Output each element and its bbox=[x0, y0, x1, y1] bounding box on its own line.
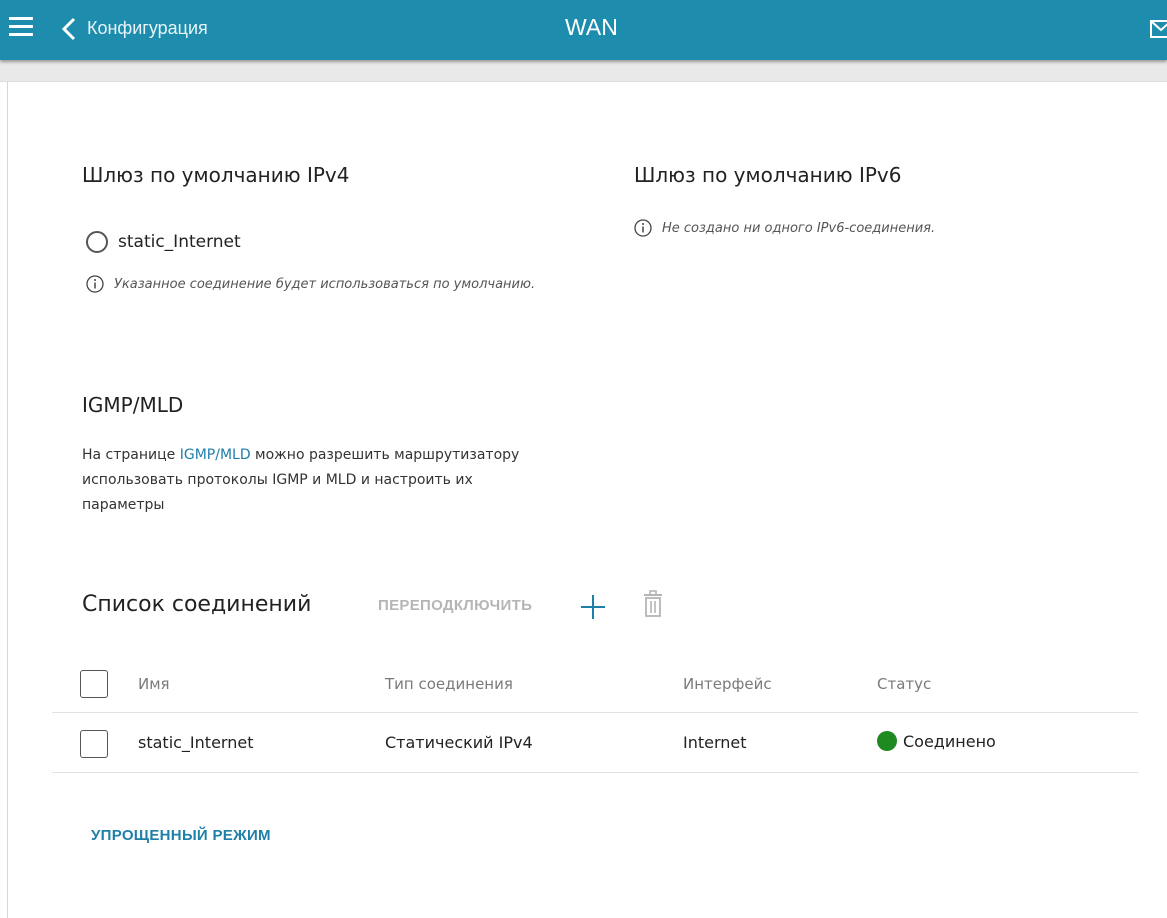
row-checkbox[interactable] bbox=[80, 730, 108, 758]
row-status: Соединено bbox=[877, 731, 996, 751]
info-icon bbox=[86, 275, 104, 293]
header-bar: Конфигурация WAN bbox=[0, 0, 1167, 60]
add-icon[interactable] bbox=[578, 592, 608, 622]
radio-button[interactable] bbox=[86, 231, 108, 253]
simple-mode-button[interactable]: УПРОЩЕННЫЙ РЕЖИМ bbox=[91, 827, 271, 844]
row-type: Статический IPv4 bbox=[385, 733, 533, 752]
igmp-text-before: На странице bbox=[82, 447, 180, 463]
status-connected-icon bbox=[877, 731, 897, 751]
row-name[interactable]: static_Internet bbox=[138, 733, 253, 752]
table-divider bbox=[52, 712, 1138, 713]
reconnect-button[interactable]: ПЕРЕПОДКЛЮЧИТЬ bbox=[378, 597, 532, 614]
ipv4-hint: Указанное соединение будет использоватьс… bbox=[86, 275, 535, 293]
info-icon bbox=[634, 219, 652, 237]
row-interface: Internet bbox=[683, 733, 747, 752]
page-title: WAN bbox=[565, 14, 618, 40]
table-divider bbox=[52, 772, 1138, 773]
row-status-text: Соединено bbox=[903, 731, 996, 751]
select-all-checkbox[interactable] bbox=[80, 670, 108, 698]
column-header-status: Статус bbox=[877, 675, 932, 693]
column-header-name: Имя bbox=[138, 675, 170, 693]
chevron-left-icon[interactable] bbox=[58, 16, 80, 42]
ipv6-hint-text: Не создано ни одного IPv6-соединения. bbox=[662, 220, 936, 236]
back-link[interactable]: Конфигурация bbox=[87, 18, 208, 39]
trash-icon[interactable] bbox=[642, 589, 664, 619]
column-header-type: Тип соединения bbox=[385, 675, 513, 693]
menu-icon[interactable] bbox=[9, 17, 39, 41]
connections-title: Список соединений bbox=[82, 592, 312, 617]
ipv4-gateway-title: Шлюз по умолчанию IPv4 bbox=[82, 163, 350, 187]
content-left-border bbox=[7, 82, 8, 918]
ipv6-gateway-title: Шлюз по умолчанию IPv6 bbox=[634, 163, 902, 187]
igmp-title: IGMP/MLD bbox=[82, 393, 184, 417]
column-header-interface: Интерфейс bbox=[683, 675, 772, 693]
ipv6-hint: Не создано ни одного IPv6-соединения. bbox=[634, 219, 935, 237]
header-subbar bbox=[0, 60, 1167, 82]
igmp-description: На странице IGMP/MLD можно разрешить мар… bbox=[82, 443, 552, 518]
mail-icon[interactable] bbox=[1150, 20, 1167, 38]
ipv4-gateway-radio[interactable]: static_Internet bbox=[86, 231, 241, 253]
radio-label: static_Internet bbox=[118, 232, 241, 252]
igmp-link[interactable]: IGMP/MLD bbox=[180, 447, 251, 463]
ipv4-hint-text: Указанное соединение будет использоватьс… bbox=[114, 276, 536, 292]
